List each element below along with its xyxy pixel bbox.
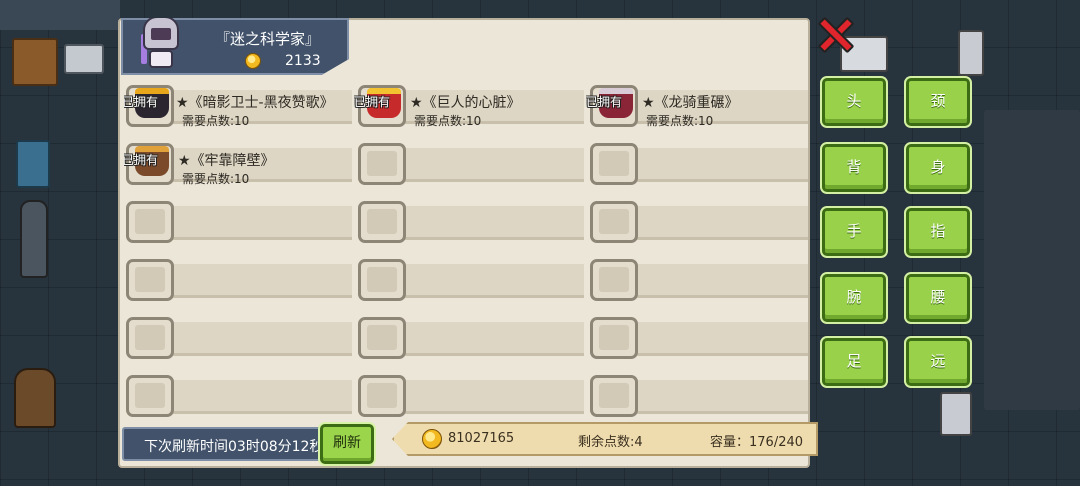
item-slot[interactable]: 已拥有 ★《暗影卫士-黑夜赞歌》 需要点数:10 <box>124 82 352 128</box>
item-slot[interactable]: 已拥有 ★《牢靠障壁》 需要点数:10 <box>124 140 352 186</box>
wall-segment <box>0 0 120 30</box>
avatar-visor <box>151 28 171 40</box>
terminal-prop <box>940 392 972 436</box>
character-gold: 2133 <box>285 53 321 69</box>
empty-slot[interactable] <box>356 256 584 301</box>
character-header: 『迷之科学家』 2133 <box>121 18 349 75</box>
empty-slot[interactable] <box>124 372 352 417</box>
empty-slot[interactable] <box>588 314 808 359</box>
item-name: ★《暗影卫士-黑夜赞歌》 <box>176 95 334 111</box>
capacity: 容量：176/240 <box>710 435 804 450</box>
item-cost: 需要点数:10 <box>646 114 714 128</box>
vase-prop <box>20 200 48 278</box>
item-cost: 需要点数:10 <box>182 114 250 128</box>
item-grid: 已拥有 ★《暗影卫士-黑夜赞歌》 需要点数:10 已拥有 ★《巨人的心脏》 需要… <box>124 82 808 432</box>
category-wrist-button[interactable]: 腕 <box>822 274 886 322</box>
empty-slot-icon <box>126 259 174 301</box>
total-gold: 81027165 <box>448 431 515 446</box>
category-neck-button[interactable]: 颈 <box>906 78 970 126</box>
item-cost: 需要点数:10 <box>182 172 250 186</box>
chair-prop <box>16 140 50 188</box>
empty-slot[interactable] <box>356 314 584 359</box>
empty-slot[interactable] <box>588 372 808 417</box>
close-button[interactable] <box>816 16 855 54</box>
empty-slot-icon <box>358 201 406 243</box>
empty-slot-icon <box>358 317 406 359</box>
scientist-avatar-icon <box>139 18 183 74</box>
category-foot-button[interactable]: 足 <box>822 338 886 386</box>
refresh-button[interactable]: 刷新 <box>320 424 374 464</box>
empty-slot[interactable] <box>588 198 808 243</box>
item-slot[interactable]: 已拥有 ★《巨人的心脏》 需要点数:10 <box>354 82 584 128</box>
avatar-coat <box>149 50 173 68</box>
empty-slot[interactable] <box>356 372 584 417</box>
empty-slot-icon <box>358 259 406 301</box>
category-head-button[interactable]: 头 <box>822 78 886 126</box>
refresh-timer-bar: 下次刷新时间03时08分12秒 <box>122 427 332 461</box>
machine-prop <box>64 44 104 74</box>
wall-panel <box>984 110 1080 410</box>
owned-tag: 已拥有 <box>586 95 623 109</box>
cabinet-prop <box>12 38 58 86</box>
equipment-shop-panel: 已拥有 ★《暗影卫士-黑夜赞歌》 需要点数:10 已拥有 ★《巨人的心脏》 需要… <box>118 18 810 468</box>
gold-coin-icon <box>245 53 261 69</box>
empty-slot-icon <box>590 375 638 417</box>
empty-slot-icon <box>126 201 174 243</box>
empty-slot-icon <box>126 317 174 359</box>
remaining-points: 剩余点数:4 <box>578 435 643 450</box>
player-character <box>14 368 56 428</box>
locker-prop <box>958 30 984 76</box>
refresh-timer-text: 下次刷新时间03时08分12秒 <box>144 439 324 455</box>
item-name: ★《龙骑重碾》 <box>642 95 739 111</box>
owned-tag: 已拥有 <box>124 95 159 109</box>
empty-slot-icon <box>590 143 638 185</box>
empty-slot[interactable] <box>588 256 808 301</box>
category-finger-button[interactable]: 指 <box>906 208 970 256</box>
category-body-button[interactable]: 身 <box>906 144 970 192</box>
empty-slot-icon <box>590 317 638 359</box>
item-slot[interactable]: 已拥有 ★《龙骑重碾》 需要点数:10 <box>586 82 808 128</box>
empty-slot[interactable] <box>588 140 808 185</box>
empty-slot-icon <box>590 201 638 243</box>
empty-slot[interactable] <box>356 140 584 185</box>
empty-slot-icon <box>358 375 406 417</box>
owned-tag: 已拥有 <box>124 153 159 167</box>
empty-slot-icon <box>590 259 638 301</box>
item-name: ★《巨人的心脏》 <box>410 95 521 111</box>
empty-slot[interactable] <box>356 198 584 243</box>
category-ranged-button[interactable]: 远 <box>906 338 970 386</box>
owned-tag: 已拥有 <box>354 95 391 109</box>
empty-slot[interactable] <box>124 314 352 359</box>
empty-slot-icon <box>126 375 174 417</box>
empty-slot[interactable] <box>124 198 352 243</box>
stats-bar: 81027165 剩余点数:4 容量：176/240 <box>392 422 818 456</box>
category-hand-button[interactable]: 手 <box>822 208 886 256</box>
category-waist-button[interactable]: 腰 <box>906 274 970 322</box>
empty-slot-icon <box>358 143 406 185</box>
item-name: ★《牢靠障壁》 <box>178 153 275 169</box>
category-back-button[interactable]: 背 <box>822 144 886 192</box>
item-cost: 需要点数:10 <box>414 114 482 128</box>
empty-slot[interactable] <box>124 256 352 301</box>
gold-coin-icon <box>422 429 442 449</box>
character-title: 『迷之科学家』 <box>215 30 321 48</box>
